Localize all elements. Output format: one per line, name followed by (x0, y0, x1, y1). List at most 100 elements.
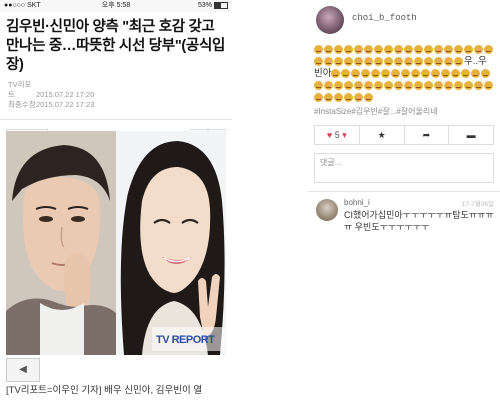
like-count: 5 (334, 130, 340, 140)
emoji-face-icon (394, 56, 403, 66)
emoji-face-icon (404, 44, 413, 54)
emoji-face-icon (464, 80, 473, 90)
emoji-face-icon (421, 68, 431, 78)
emoji-face-icon (474, 44, 483, 54)
emoji-face-icon (444, 80, 453, 90)
emoji-face-icon (374, 44, 383, 54)
emoji-face-icon (404, 80, 413, 90)
emoji-face-icon (484, 80, 493, 90)
emoji-face-icon (324, 56, 333, 66)
emoji-face-icon (414, 44, 423, 54)
source-date: 2015.07.22 17:20 (36, 90, 95, 99)
emoji-face-icon (334, 80, 343, 90)
emoji-face-icon (334, 44, 343, 54)
emoji-face-icon (344, 44, 353, 54)
emoji-face-icon (381, 68, 391, 78)
emoji-face-icon (314, 56, 323, 66)
emoji-face-icon (484, 44, 493, 54)
emoji-face-icon (391, 68, 401, 78)
avatar[interactable] (316, 6, 344, 34)
emoji-face-icon (424, 44, 433, 54)
article-meta: TV리포트 2015.07.22 17:20 최종수정2015.07.22 17:… (0, 75, 232, 110)
emoji-face-icon (374, 56, 383, 66)
emoji-face-icon (374, 80, 383, 90)
emoji-face-icon (354, 92, 363, 102)
emoji-face-icon (344, 56, 353, 66)
emoji-face-icon (394, 44, 403, 54)
emoji-face-icon (424, 80, 433, 90)
battery-label: 53% (197, 2, 212, 9)
post-caption: 우..우빈아 (308, 44, 500, 104)
modified-label: 최종수정 (8, 100, 36, 109)
emoji-face-icon (361, 68, 371, 78)
emoji-face-icon (331, 68, 341, 78)
emoji-face-icon (384, 56, 393, 66)
photo-watermark: TV REPORT (156, 334, 215, 346)
news-article-panel: ●●○○○ SKT 오후 5:58 53% 김우빈·신민아 양측 "최근 호감 … (0, 0, 232, 403)
share-icon[interactable]: ➦ (405, 126, 450, 144)
emoji-face-icon (414, 80, 423, 90)
divider (0, 119, 232, 120)
emoji-face-icon (401, 68, 411, 78)
emoji-face-icon (354, 80, 363, 90)
status-bar: ●●○○○ SKT 오후 5:58 53% (0, 0, 232, 12)
battery-indicator: 53% (198, 0, 228, 12)
photo-left (6, 131, 116, 355)
post-username[interactable]: choi_b_footh (352, 13, 417, 23)
battery-icon (214, 1, 228, 9)
emoji-face-icon (354, 44, 363, 54)
comment-item: bohni_i 17-7월06일 CI했어가십민아ㅜㅜㅜㅜㅜㅠ탐도ㅠㅠㅠㅠ 우빈… (308, 192, 500, 252)
emoji-face-icon (454, 80, 463, 90)
emoji-face-icon (444, 44, 453, 54)
commenter-avatar[interactable] (316, 199, 338, 221)
emoji-face-icon (324, 80, 333, 90)
emoji-face-icon (441, 68, 451, 78)
emoji-face-icon (351, 68, 361, 78)
article-body-preview: [TV리포트=이우인 기자] 배우 신민아, 김우빈이 열 (6, 385, 203, 396)
like-button[interactable]: ♥ 5 ▾ (315, 126, 360, 144)
emoji-face-icon (314, 80, 323, 90)
modified-date: 2015.07.22 17:23 (36, 100, 95, 109)
emoji-face-icon (324, 44, 333, 54)
emoji-face-icon (354, 56, 363, 66)
comment-icon[interactable]: ▬ (449, 126, 493, 144)
commenter-username[interactable]: bohni_i (344, 198, 370, 207)
emoji-face-icon (411, 68, 421, 78)
photo-right: TV REPORT (116, 131, 226, 355)
post-actions: ♥ 5 ▾ ★ ➦ ▬ (314, 125, 494, 145)
comment-text: CI했어가십민아ㅜㅜㅜㅜㅜㅠ탐도ㅠㅠㅠㅠ 우빈도ㅜㅜㅜㅜㅜㅜ (344, 210, 494, 232)
emoji-face-icon (344, 92, 353, 102)
emoji-face-icon (364, 80, 373, 90)
emoji-face-icon (341, 68, 351, 78)
post-hashtags[interactable]: #InstaSize#김우빈#잘...#잘어울리네 (308, 104, 500, 117)
emoji-face-icon (454, 44, 463, 54)
emoji-face-icon (454, 56, 463, 66)
emoji-face-icon (434, 80, 443, 90)
emoji-face-icon (314, 92, 323, 102)
star-icon[interactable]: ★ (360, 126, 405, 144)
emoji-face-icon (314, 44, 323, 54)
emoji-face-icon (464, 44, 473, 54)
comment-input[interactable]: 댓글... (314, 153, 494, 183)
emoji-face-icon (404, 56, 413, 66)
emoji-face-icon (471, 68, 481, 78)
back-button[interactable]: ◀ (6, 358, 40, 382)
emoji-face-icon (324, 92, 333, 102)
post-header: choi_b_footh (308, 0, 500, 44)
article-title: 김우빈·신민아 양측 "최근 호감 갖고 만나는 중…따뜻한 시선 당부"(공식… (6, 19, 226, 73)
emoji-face-icon (434, 44, 443, 54)
article-photo: TV REPORT (6, 131, 226, 355)
emoji-face-icon (414, 56, 423, 66)
emoji-face-icon (424, 56, 433, 66)
emoji-face-icon (461, 68, 471, 78)
emoji-face-icon (334, 56, 343, 66)
emoji-face-icon (434, 56, 443, 66)
emoji-face-icon (371, 68, 381, 78)
emoji-face-icon (364, 92, 373, 102)
person-photo-right (116, 131, 226, 355)
emoji-face-icon (364, 44, 373, 54)
emoji-face-icon (394, 80, 403, 90)
emoji-face-icon (431, 68, 441, 78)
emoji-face-icon (474, 80, 483, 90)
social-post-panel: choi_b_footh 우..우빈아 #InstaSize#김우빈#잘...#… (308, 0, 500, 403)
